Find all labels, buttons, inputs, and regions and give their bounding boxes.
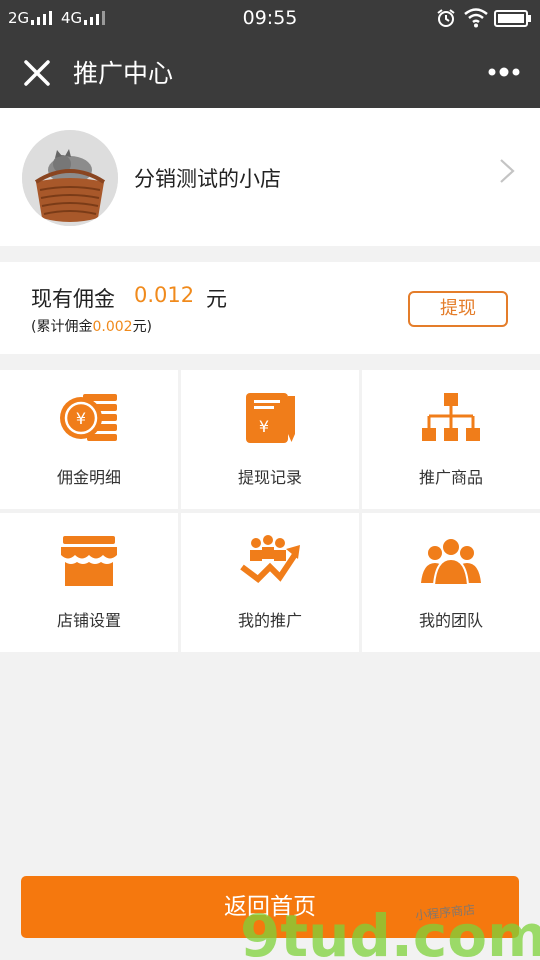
- commission-amount: 0.012: [134, 283, 195, 307]
- commission-unit: 元: [206, 287, 227, 311]
- return-home-button[interactable]: 返回首页: [21, 876, 519, 938]
- total-commission-suffix: 元): [132, 319, 153, 335]
- alarm-icon: [437, 9, 455, 27]
- total-commission: (累计佣金0.002元): [31, 316, 152, 336]
- store-avatar: [22, 130, 118, 226]
- menu-label: 我的团队: [418, 611, 483, 630]
- menu-grid: ¥ 佣金明细 ¥ 提现记录 推广商品 店铺设置 我的推广 我的团队: [0, 370, 540, 654]
- commission-label: 现有佣金: [31, 287, 115, 311]
- more-icon[interactable]: [484, 62, 524, 82]
- chevron-right-icon: [500, 159, 515, 183]
- total-commission-prefix: (累计佣金: [31, 319, 93, 335]
- wifi-icon: [464, 8, 488, 28]
- team-icon: [421, 537, 481, 586]
- menu-promo-products[interactable]: 推广商品: [362, 370, 540, 509]
- status-bar: 2G 4G 09:55: [0, 0, 540, 36]
- svg-text:¥: ¥: [76, 409, 86, 428]
- growth-icon: [240, 535, 300, 583]
- menu-store-settings[interactable]: 店铺设置: [0, 513, 178, 652]
- page-title: 推广中心: [73, 59, 174, 88]
- menu-label: 店铺设置: [56, 611, 121, 630]
- cat-basket-image: [22, 130, 118, 226]
- svg-text:¥: ¥: [259, 417, 269, 436]
- menu-my-team[interactable]: 我的团队: [362, 513, 540, 652]
- storefront-icon: [61, 536, 117, 586]
- menu-withdraw-record[interactable]: ¥ 提现记录: [181, 370, 359, 509]
- menu-commission-detail[interactable]: ¥ 佣金明细: [0, 370, 178, 509]
- battery-icon: [494, 10, 531, 27]
- menu-my-promotion[interactable]: 我的推广: [181, 513, 359, 652]
- menu-label: 推广商品: [418, 468, 483, 487]
- close-icon[interactable]: [20, 56, 54, 90]
- commission-panel: 现有佣金 0.012 元 (累计佣金0.002元) 提现: [0, 262, 540, 354]
- total-commission-value: 0.002: [92, 319, 133, 335]
- receipt-icon: ¥: [246, 393, 295, 443]
- menu-label: 提现记录: [237, 468, 302, 487]
- menu-label: 我的推广: [237, 611, 302, 630]
- clock: 09:55: [242, 7, 298, 29]
- store-row[interactable]: 分销测试的小店: [0, 108, 540, 246]
- nav-bar: 推广中心: [0, 36, 540, 108]
- store-name: 分销测试的小店: [134, 167, 281, 191]
- withdraw-button[interactable]: 提现: [408, 291, 508, 327]
- menu-label: 佣金明细: [56, 468, 121, 487]
- coins-icon: ¥: [60, 394, 117, 441]
- hierarchy-icon: [422, 393, 480, 441]
